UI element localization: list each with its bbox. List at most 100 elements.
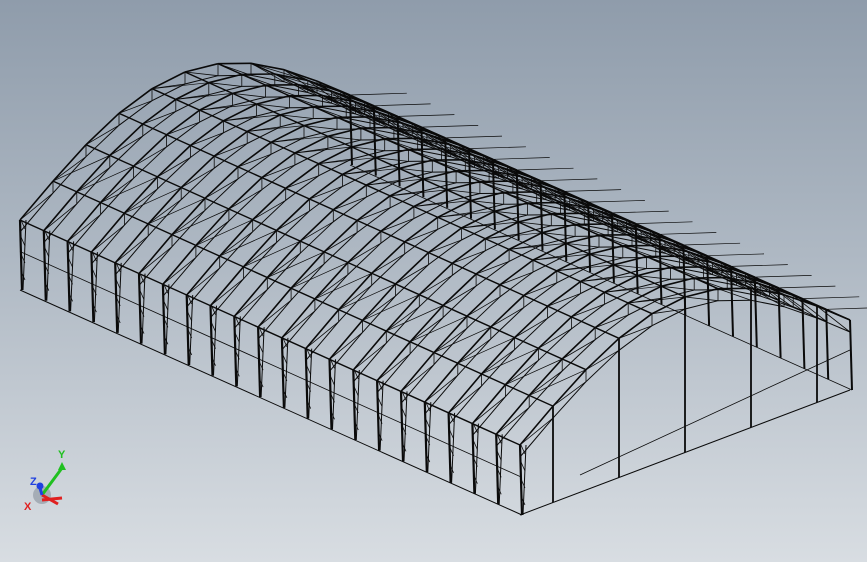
rafter-web (210, 278, 244, 307)
rafter-web (333, 196, 367, 211)
roof-bracing (516, 167, 574, 171)
triad-z-label: Z (30, 476, 37, 488)
rafter-web (237, 153, 272, 168)
roof-bracing (826, 307, 867, 310)
rafter-web (547, 293, 581, 307)
rafter-web (338, 284, 372, 311)
roof-bracing (635, 221, 693, 224)
rafter-web (305, 321, 339, 349)
rafter-web (571, 303, 605, 318)
roof-bracing (373, 103, 431, 107)
rafter-web (91, 224, 125, 253)
rafter-top-chord (184, 62, 219, 73)
steel-frame-model[interactable] (0, 0, 867, 562)
roof-bracing (397, 114, 455, 117)
rafter-web (505, 359, 539, 386)
rafter-web (166, 121, 200, 136)
rafter-top-chord (451, 238, 486, 264)
triad-z-tip (36, 482, 44, 490)
rafter-web (314, 274, 349, 300)
rafter-web (234, 289, 268, 317)
rafter-web (267, 252, 301, 278)
rafter-web (519, 417, 554, 446)
rafter-web (309, 186, 343, 200)
rafter-web (190, 132, 224, 146)
rafter-web (433, 327, 468, 353)
rafter-web (329, 332, 363, 360)
rafter-top-chord (618, 313, 653, 339)
rafter-top-chord (499, 259, 534, 286)
rafter-top-chord (19, 180, 54, 221)
triad-y-arrow (58, 462, 66, 470)
rafter-web (380, 218, 415, 232)
rafter-top-chord (523, 270, 558, 297)
rafter-web (195, 220, 230, 246)
rafter-top-chord (594, 302, 629, 329)
rafter-web (495, 407, 530, 435)
rafter-web (67, 214, 101, 242)
triad-x-axis-2 (41, 496, 63, 502)
rafter-web (386, 306, 420, 332)
rafter-web (219, 231, 253, 257)
rafter-web (424, 374, 459, 403)
rafter-web (353, 342, 387, 371)
rafter-top-chord (475, 248, 510, 275)
rafter-web (595, 314, 629, 328)
rafter-top-chord (189, 120, 224, 147)
rafter-web (124, 188, 158, 214)
rafter-web (257, 299, 292, 328)
triad-x-label: X (24, 501, 32, 513)
rafter-top-chord (428, 227, 462, 254)
rafter-top-chord (380, 205, 415, 232)
rafter-web (472, 396, 506, 424)
reference-triad: Y Z X (24, 449, 66, 513)
rafter-web (261, 164, 296, 178)
girt-front (19, 251, 521, 477)
roof-bracing (611, 210, 669, 214)
rafter-top-chord (309, 173, 343, 200)
graphics-viewport[interactable]: Y Z X (0, 0, 867, 562)
rafter-web (684, 296, 719, 302)
purlin (184, 71, 686, 298)
rafter-web (499, 271, 534, 286)
roof-bracing (250, 62, 308, 81)
rafter-bottom-chord (618, 325, 653, 351)
rafter-web (114, 235, 149, 264)
end-wall-girt (579, 349, 851, 476)
roof-bracing (754, 275, 812, 278)
rafter-web (528, 370, 563, 396)
rafter-web (523, 282, 557, 296)
roof-bracing (659, 232, 717, 235)
triad-y-label: Y (58, 449, 66, 461)
roof-bracing (707, 253, 765, 257)
rafter-top-chord (285, 163, 320, 189)
rafter-web (457, 338, 492, 364)
rafter-web (409, 317, 444, 343)
purlin (349, 94, 851, 321)
rafter-web (404, 228, 438, 243)
roof-bracing (492, 157, 550, 160)
rafter-bottom-chord (783, 306, 818, 319)
rafter-web (186, 267, 220, 296)
purlin (19, 219, 521, 446)
rafter-top-chord (570, 291, 605, 318)
roof-bracing (730, 264, 788, 267)
roof-bracing (445, 135, 503, 139)
rafter-web (376, 353, 411, 382)
roof-bracing (802, 296, 860, 299)
rafter-web (100, 177, 134, 203)
roof-bracing (540, 178, 598, 182)
roof-bracing (564, 189, 622, 192)
rafter-web (43, 203, 78, 232)
rafter-web (138, 246, 173, 274)
rafter-web (717, 288, 752, 301)
rafter-top-chord (213, 130, 248, 157)
rafter-web (400, 364, 435, 392)
rafter-bottom-chord (684, 300, 719, 310)
rafter-web (552, 381, 587, 407)
rafter-top-chord (547, 280, 582, 307)
rafter-web (118, 100, 153, 114)
roof-bracing (468, 146, 526, 149)
rafter-top-chord (142, 98, 177, 125)
rafter-bottom-chord (816, 317, 851, 333)
